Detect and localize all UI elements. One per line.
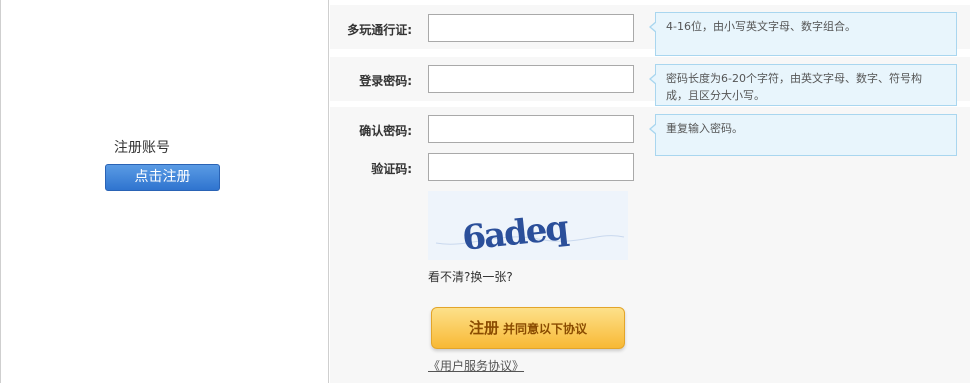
- username-tip: 4-16位，由小写英文字母、数字组合。: [649, 12, 957, 56]
- captcha-image[interactable]: 6adeq: [428, 191, 628, 260]
- submit-sub-label: 并同意以下协议: [503, 322, 588, 336]
- password-tip-line2: 成，且区分大小写。: [666, 89, 765, 102]
- password-input[interactable]: [428, 65, 634, 93]
- username-label: 多玩通行证:: [347, 23, 412, 37]
- confirm-password-tip: 重复输入密码。: [649, 114, 957, 156]
- user-agreement-link[interactable]: 《用户服务协议》: [428, 357, 524, 374]
- password-label: 登录密码:: [359, 74, 412, 88]
- left-panel: 注册账号 点击注册: [0, 0, 329, 383]
- captcha-refresh-link[interactable]: 看不清?换一张?: [428, 268, 513, 285]
- password-tip-line1: 密码长度为6-20个字符，由英文字母、数字、符号构: [666, 72, 922, 85]
- register-account-label: 注册账号: [114, 140, 170, 156]
- password-tip: 密码长度为6-20个字符，由英文字母、数字、符号构 成，且区分大小写。: [649, 64, 957, 106]
- confirm-password-label: 确认密码:: [359, 124, 412, 138]
- captcha-text: 6adeq: [460, 208, 570, 259]
- captcha-graphic: 6adeq: [435, 208, 625, 259]
- confirm-password-tip-text: 重复输入密码。: [666, 122, 743, 135]
- submit-agree-button[interactable]: 注册 并同意以下协议: [431, 307, 625, 349]
- captcha-input[interactable]: [428, 153, 634, 181]
- register-button[interactable]: 点击注册: [105, 164, 220, 191]
- captcha-label: 验证码:: [371, 162, 412, 176]
- confirm-password-input[interactable]: [428, 115, 634, 143]
- username-input[interactable]: [428, 14, 634, 42]
- username-tip-text: 4-16位，由小写英文字母、数字组合。: [666, 20, 856, 33]
- registration-page: 注册账号 点击注册 多玩通行证: 4-16位，由小写英文字母、数字组合。 登录密…: [0, 0, 970, 383]
- submit-main-label: 注册: [468, 319, 499, 337]
